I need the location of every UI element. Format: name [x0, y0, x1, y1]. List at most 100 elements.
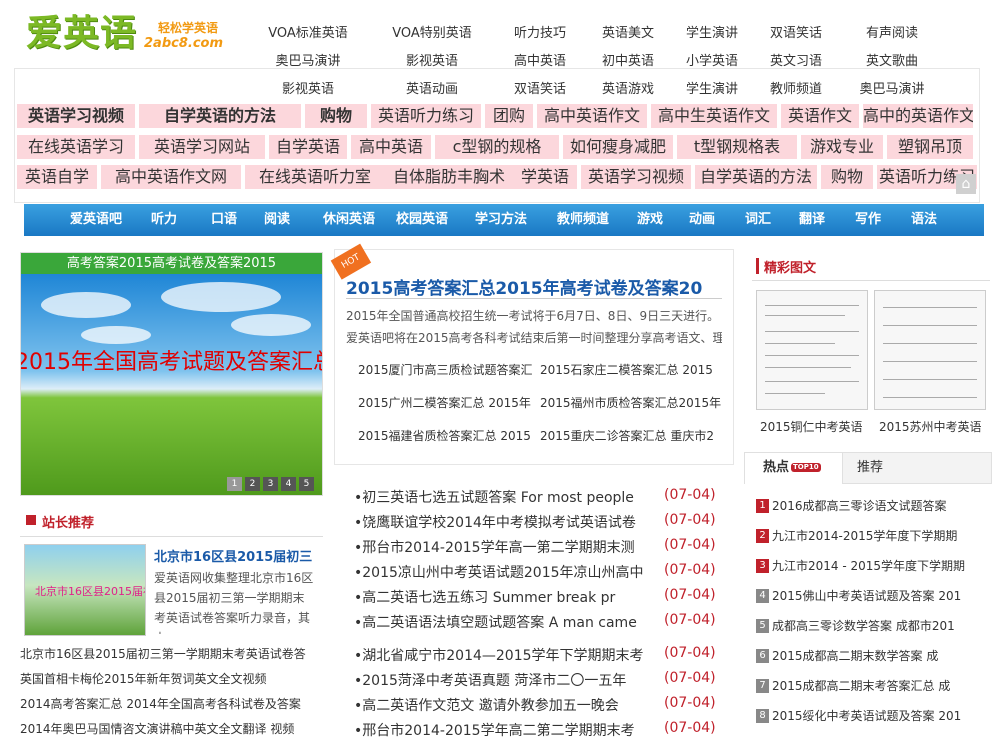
- ranking-item[interactable]: 1 2016成都高三零诊语文试题答案: [756, 497, 992, 517]
- rank-title[interactable]: 2015佛山中考英语试题及答案 201: [772, 587, 961, 604]
- news-item[interactable]: •2015凉山州中考英语试题2015年凉山州高中 (07-04): [354, 562, 726, 582]
- main-nav-item[interactable]: 口语: [204, 204, 244, 236]
- news-item[interactable]: •高二英语作文范文 邀请外教参加五一晚会 (07-04): [354, 695, 726, 715]
- recommend-link[interactable]: 2014年奥巴马国情咨文演讲稿中英文全文翻译 视频: [20, 720, 324, 737]
- gallery-image[interactable]: [756, 290, 868, 410]
- rank-title[interactable]: 2016成都高三零诊语文试题答案: [772, 497, 947, 514]
- slider-image[interactable]: 2015年全国高考试题及答案汇总 12345: [21, 274, 322, 495]
- top-nav-link[interactable]: 有声阅读: [842, 22, 942, 41]
- top-nav-link[interactable]: 英文习语: [746, 50, 846, 69]
- keyword-link[interactable]: 塑钢吊顶: [887, 135, 973, 159]
- main-nav-item[interactable]: 游戏: [634, 204, 666, 236]
- news-title[interactable]: •邢台市2014-2015学年高一第二学期期末测: [354, 537, 654, 557]
- main-nav-item[interactable]: 阅读: [256, 204, 298, 236]
- ranking-item[interactable]: 2 九江市2014-2015学年度下学期期: [756, 527, 992, 547]
- news-item[interactable]: •高二英语语法填空题试题答案 A man came (07-04): [354, 612, 726, 632]
- hot-link[interactable]: 2015重庆二诊答案汇总 重庆市2: [540, 427, 714, 444]
- home-icon[interactable]: ⌂: [956, 174, 976, 194]
- slider-dot[interactable]: 3: [263, 477, 278, 491]
- news-title[interactable]: •饶鹰联谊学校2014年中考模拟考试英语试卷: [354, 512, 654, 532]
- tab-recommend[interactable]: 推荐: [857, 453, 883, 484]
- keyword-link[interactable]: 在线英语听力室: [245, 165, 385, 189]
- rank-title[interactable]: 成都高三零诊数学答案 成都市201: [772, 617, 955, 634]
- recommend-link[interactable]: 英国首相卡梅伦2015年新年贺词英文全文视频: [20, 670, 324, 687]
- ranking-item[interactable]: 8 2015绥化中考英语试题及答案 201: [756, 707, 992, 727]
- news-title[interactable]: •高二英语语法填空题试题答案 A man came: [354, 612, 654, 632]
- keyword-link[interactable]: 英语作文: [781, 104, 859, 128]
- keyword-link[interactable]: 游戏专业: [801, 135, 883, 159]
- main-nav-item[interactable]: 语法: [908, 204, 940, 236]
- hot-headline[interactable]: 2015高考答案汇总2015年高考试卷及答案20: [346, 274, 722, 299]
- ranking-item[interactable]: 4 2015佛山中考英语试题及答案 201: [756, 587, 992, 607]
- hot-link[interactable]: 2015福州市质检答案汇总2015年: [540, 394, 721, 411]
- keyword-link[interactable]: 自学英语: [269, 135, 347, 159]
- ranking-item[interactable]: 6 2015成都高二期末数学答案 成: [756, 647, 992, 667]
- slider-dot[interactable]: 2: [245, 477, 260, 491]
- top-nav-link[interactable]: 高中英语: [490, 50, 590, 69]
- rank-title[interactable]: 2015绥化中考英语试题及答案 201: [772, 707, 961, 724]
- rank-title[interactable]: 2015成都高二期末数学答案 成: [772, 647, 938, 664]
- keyword-link[interactable]: 购物: [305, 104, 367, 128]
- news-item[interactable]: •高二英语七选五练习 Summer break pr (07-04): [354, 587, 726, 607]
- keyword-link[interactable]: 团购: [485, 104, 533, 128]
- news-title[interactable]: •邢台市2014-2015学年高二第二学期期末考: [354, 720, 654, 740]
- recommend-link[interactable]: 北京市16区县2015届初三第一学期期末考英语试卷答: [20, 645, 324, 662]
- top-nav-link[interactable]: VOA标准英语: [258, 22, 358, 41]
- keyword-link[interactable]: 在线英语学习: [17, 135, 135, 159]
- main-nav-item[interactable]: 学习方法: [472, 204, 530, 236]
- keyword-link[interactable]: t型钢规格表: [677, 135, 797, 159]
- main-nav-item[interactable]: 写作: [852, 204, 884, 236]
- keyword-link[interactable]: 英语听力练习: [371, 104, 481, 128]
- main-nav-item[interactable]: 教师频道: [554, 204, 612, 236]
- keyword-link[interactable]: 如何瘦身减肥: [563, 135, 673, 159]
- keyword-link[interactable]: 自学英语的方法: [695, 165, 817, 189]
- main-nav-item[interactable]: 动画: [686, 204, 718, 236]
- gallery-image[interactable]: [874, 290, 986, 410]
- main-nav-item[interactable]: 爱英语吧: [70, 204, 122, 236]
- news-item[interactable]: •邢台市2014-2015学年高一第二学期期末测 (07-04): [354, 537, 726, 557]
- news-title[interactable]: •2015凉山州中考英语试题2015年凉山州高中: [354, 562, 654, 582]
- keyword-link[interactable]: 自学英语的方法: [139, 104, 301, 128]
- news-title[interactable]: •湖北省咸宁市2014—2015学年下学期期末考: [354, 645, 654, 665]
- keyword-link[interactable]: 高中的英语作文: [863, 104, 973, 128]
- top-nav-link[interactable]: 听力技巧: [490, 22, 590, 41]
- slider-dot[interactable]: 4: [281, 477, 296, 491]
- slider-dot[interactable]: 5: [299, 477, 314, 491]
- keyword-link[interactable]: 自体脂肪丰胸术: [379, 165, 519, 189]
- hot-link[interactable]: 2015石家庄二模答案汇总 2015: [540, 361, 713, 378]
- tab-hot[interactable]: 热点 TOP10: [745, 453, 843, 484]
- recommend-headline[interactable]: 北京市16区县2015届初三: [154, 546, 314, 565]
- top-nav-link[interactable]: 双语笑话: [746, 22, 846, 41]
- keyword-link[interactable]: 高中英语作文: [537, 104, 647, 128]
- keyword-link[interactable]: 高中英语作文网: [101, 165, 241, 189]
- slider-title[interactable]: 高考答案2015高考试卷及答案2015: [21, 253, 322, 274]
- news-title[interactable]: •高二英语七选五练习 Summer break pr: [354, 587, 654, 607]
- main-nav-item[interactable]: 词汇: [742, 204, 774, 236]
- gallery-caption[interactable]: 2015苏州中考英语: [879, 418, 982, 435]
- keyword-link[interactable]: 英语学习视频: [581, 165, 691, 189]
- keyword-link[interactable]: c型钢的规格: [435, 135, 559, 159]
- top-nav-link[interactable]: VOA特别英语: [382, 22, 482, 41]
- hot-link[interactable]: 2015厦门市高三质检试题答案汇: [358, 361, 533, 378]
- site-logo[interactable]: 爱英语 轻松学英语 2abc8.com: [24, 10, 228, 56]
- rank-title[interactable]: 九江市2014 - 2015学年度下学期期: [772, 557, 965, 574]
- featured-slider[interactable]: 高考答案2015高考试卷及答案2015 2015年全国高考试题及答案汇总 123…: [20, 252, 323, 496]
- news-item[interactable]: •2015菏泽中考英语真题 菏泽市二〇一五年 (07-04): [354, 670, 726, 690]
- main-nav-item[interactable]: 听力: [144, 204, 184, 236]
- keyword-link[interactable]: 购物: [821, 165, 873, 189]
- recommend-thumbnail[interactable]: 北京市16区县2015届初三: [24, 544, 146, 636]
- rank-title[interactable]: 2015成都高二期末考答案汇总 成: [772, 677, 950, 694]
- top-nav-link[interactable]: 英文歌曲: [842, 50, 942, 69]
- top-nav-link[interactable]: 影视英语: [382, 50, 482, 69]
- news-item[interactable]: •邢台市2014-2015学年高二第二学期期末考 (07-04): [354, 720, 726, 740]
- slider-dot[interactable]: 1: [227, 477, 242, 491]
- news-item[interactable]: •湖北省咸宁市2014—2015学年下学期期末考 (07-04): [354, 645, 726, 665]
- news-item[interactable]: •初三英语七选五试题答案 For most people (07-04): [354, 487, 726, 507]
- news-title[interactable]: •2015菏泽中考英语真题 菏泽市二〇一五年: [354, 670, 654, 690]
- top-nav-link[interactable]: 奥巴马演讲: [258, 50, 358, 69]
- gallery-caption[interactable]: 2015铜仁中考英语: [760, 418, 863, 435]
- keyword-link[interactable]: 英语学习网站: [139, 135, 265, 159]
- news-title[interactable]: •高二英语作文范文 邀请外教参加五一晚会: [354, 695, 654, 715]
- keyword-link[interactable]: 英语学习视频: [17, 104, 135, 128]
- ranking-item[interactable]: 5 成都高三零诊数学答案 成都市201: [756, 617, 992, 637]
